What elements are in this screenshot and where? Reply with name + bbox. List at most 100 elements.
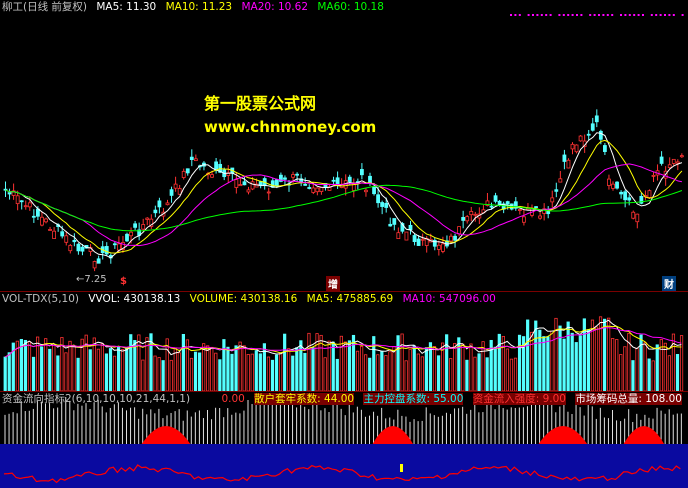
signal-dot [642, 14, 644, 16]
candle-body [635, 213, 640, 223]
candle-body [210, 174, 214, 178]
volume-bar [546, 336, 550, 391]
event-marker-increase[interactable]: 增 [326, 276, 340, 291]
candle-body [311, 187, 316, 193]
candle-body [129, 231, 133, 237]
volume-bar [56, 355, 60, 391]
fund-flow-panel[interactable]: 资金流向指标2(6,10,10,10,21,44,1,1) 0.00 散户套牢系… [0, 391, 688, 488]
flow-red-area [372, 426, 413, 444]
volume-bar [214, 352, 218, 391]
candle-body [112, 243, 117, 246]
signal-dot [540, 14, 543, 16]
candle-body [473, 213, 478, 216]
candle-body [558, 178, 563, 183]
candle-body [23, 205, 28, 208]
signal-dot [598, 14, 600, 16]
volume-bar [230, 353, 234, 391]
event-marker-dividend[interactable]: $ [120, 276, 127, 287]
candle-body [489, 205, 494, 208]
signal-dot [664, 14, 666, 16]
volume-bar [607, 317, 611, 391]
signal-dot [589, 14, 592, 16]
ma10-line [5, 139, 683, 254]
volume-bar [7, 352, 11, 391]
volume-bar [331, 341, 335, 391]
volume-bar [181, 333, 185, 391]
signal-dot [558, 14, 561, 16]
candle-body [598, 130, 603, 140]
volume-bar [436, 355, 441, 391]
volume-bar [327, 340, 331, 391]
candle-body [627, 197, 632, 201]
fund-flow-chart[interactable] [0, 392, 688, 488]
event-marker-finance[interactable]: 财 [662, 276, 676, 291]
candle-body [619, 191, 623, 195]
volume-bar [234, 345, 238, 391]
price-chart-panel[interactable]: 柳工(日线 前复权) MA5: 11.30 MA10: 11.23 MA20: … [0, 0, 688, 291]
candle-body [611, 183, 615, 189]
volume-bar [197, 352, 202, 391]
candle-body [44, 218, 48, 223]
volume-bar [161, 360, 165, 391]
ma20-line [5, 163, 683, 247]
candle-body [436, 244, 441, 250]
volume-bar [647, 358, 651, 391]
volume-bar [84, 334, 88, 391]
volume-chart[interactable] [0, 292, 688, 391]
volume-bar [278, 352, 283, 391]
volume-bar [562, 338, 566, 391]
candle-body [104, 246, 109, 255]
volume-ma10-value: MA10: 547096.00 [402, 293, 496, 305]
candle-body [238, 184, 243, 187]
signal-dot [518, 14, 521, 16]
fund-inflow-strength: 资金流入强度: 9.00 [472, 393, 566, 405]
volume-bar [351, 334, 356, 391]
signal-dot [562, 14, 565, 16]
signal-dot [602, 14, 605, 16]
volume-bar [189, 357, 194, 391]
candle-body [96, 258, 101, 264]
volume-bar [169, 359, 173, 391]
volume-bar [449, 358, 453, 391]
candle-body [141, 224, 146, 230]
volume-bar [335, 358, 339, 391]
candle-body [274, 179, 279, 186]
signal-dot [593, 14, 596, 16]
candle-body [92, 261, 97, 269]
candle-body [153, 209, 158, 214]
volume-bar [246, 354, 250, 391]
volume-panel[interactable]: VOL-TDX(5,10) VVOL: 430138.13 VOLUME: 43… [0, 291, 688, 391]
candle-body [7, 192, 12, 195]
candle-body [72, 239, 77, 243]
volume-bar [347, 340, 352, 391]
volume-bar [493, 346, 497, 391]
candle-body [457, 226, 462, 235]
candle-body [461, 217, 466, 221]
candle-body [384, 202, 389, 208]
signal-dot [545, 14, 548, 16]
volume-bar [303, 352, 307, 391]
signal-dot [536, 14, 539, 16]
volume-bar [623, 346, 627, 391]
volume-bar [242, 345, 246, 391]
flow-blue-area [0, 444, 688, 488]
fund-flow-indicator-name: 资金流向指标2(6,10,10,10,21,44,1,1) [2, 393, 191, 405]
volume-bar [432, 346, 437, 391]
volume-bar [210, 346, 214, 391]
volume-bar [311, 347, 315, 391]
fund-flow-header: 资金流向指标2(6,10,10,10,21,44,1,1) 0.00 散户套牢系… [2, 393, 688, 406]
volume-bar [254, 350, 258, 391]
volume-bar [141, 359, 145, 391]
signal-dot [576, 14, 578, 16]
candle-body [538, 215, 542, 219]
candlestick-chart[interactable] [0, 0, 688, 290]
volume-bar [643, 342, 647, 391]
volume-bar [283, 333, 287, 391]
volume-bar [274, 354, 279, 391]
watermark-url: www.chnmoney.com [204, 118, 377, 136]
signal-dot [637, 14, 640, 16]
signal-dot [571, 14, 574, 16]
volume-bar [359, 345, 364, 391]
candle-body [283, 177, 287, 180]
candle-body [679, 155, 684, 158]
